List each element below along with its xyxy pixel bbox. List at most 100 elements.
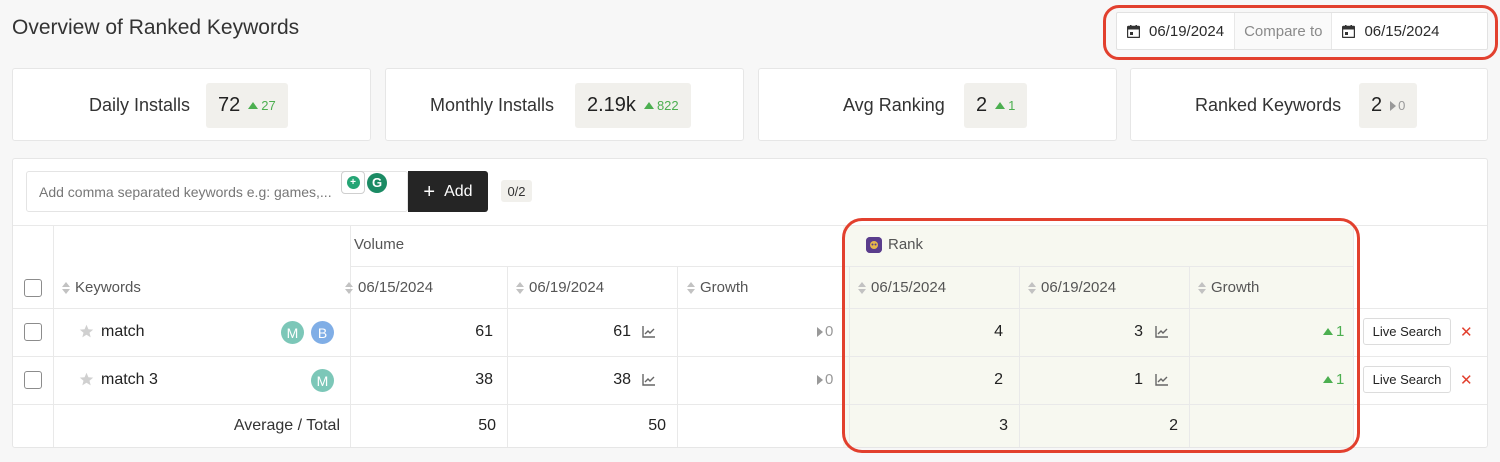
trend-up-icon: [248, 102, 259, 109]
rank-date1-value: 4: [994, 323, 1003, 340]
volume-date1-value: 38: [475, 371, 493, 388]
sort-icon: [62, 281, 70, 294]
rank-date2-value: 1: [1134, 371, 1143, 388]
card-metric: 2.19k 822: [575, 83, 691, 128]
trend-neutral-icon: [817, 374, 823, 385]
trend-up-icon: [995, 102, 1006, 109]
extension-bulb-icon[interactable]: +: [341, 171, 365, 194]
divider: [507, 266, 508, 447]
avatar: M: [311, 369, 334, 392]
sort-icon: [687, 281, 695, 294]
card-daily-installs: Daily Installs 72 27: [12, 68, 371, 141]
trend-chart-icon[interactable]: [1155, 326, 1169, 338]
card-avg-ranking: Avg Ranking 2 1: [758, 68, 1117, 141]
column-header-rank-date1[interactable]: 06/15/2024: [858, 279, 946, 296]
divider: [1189, 266, 1190, 447]
avatar: M: [281, 321, 304, 344]
card-delta: 1: [995, 98, 1015, 113]
trend-up-icon: [1323, 376, 1333, 383]
start-date-field[interactable]: 06/19/2024: [1117, 13, 1234, 49]
trend-up-icon: [1323, 328, 1333, 335]
star-icon[interactable]: [79, 372, 94, 387]
card-value: 2: [976, 94, 988, 116]
avatar: B: [311, 321, 334, 344]
volume-date1-value: 61: [475, 323, 493, 340]
plus-icon: +: [423, 180, 436, 203]
footer-volume-date2: 50: [648, 417, 666, 434]
grammarly-icon[interactable]: G: [367, 172, 387, 193]
select-all-checkbox[interactable]: [24, 279, 42, 297]
compare-date-field[interactable]: 06/15/2024: [1332, 13, 1449, 49]
sort-icon: [858, 281, 866, 294]
rank-growth: 1: [1323, 371, 1344, 388]
card-label: Daily Installs: [89, 95, 191, 115]
compare-date-value: 06/15/2024: [1364, 22, 1440, 40]
delete-icon[interactable]: ✕: [1460, 323, 1473, 341]
sort-icon: [345, 281, 353, 294]
card-label: Ranked Keywords: [1195, 95, 1342, 115]
volume-growth: 0: [817, 371, 833, 388]
volume-date2-value: 38: [613, 371, 631, 388]
keyword-text: match 3: [101, 371, 158, 388]
extension-icons: + G: [341, 171, 387, 194]
column-header-keywords[interactable]: Keywords: [62, 279, 141, 296]
divider: [849, 266, 850, 447]
rank-group-header: Rank: [866, 236, 923, 253]
trend-neutral-icon: [1390, 100, 1397, 111]
volume-group-header: Volume: [354, 236, 405, 253]
card-metric: 72 27: [206, 83, 288, 128]
live-search-button[interactable]: Live Search: [1363, 366, 1451, 393]
divider: [13, 225, 1487, 226]
rank-date1-value: 2: [994, 371, 1003, 388]
row-checkbox[interactable]: [24, 323, 42, 341]
card-delta: 0: [1390, 98, 1405, 113]
trend-chart-icon[interactable]: [642, 326, 656, 338]
compare-to-label: Compare to: [1234, 13, 1333, 49]
keyword-counter: 0/2: [501, 180, 532, 202]
rank-date2-value: 3: [1134, 323, 1143, 340]
start-date-value: 06/19/2024: [1149, 22, 1225, 40]
volume-growth: 0: [817, 323, 833, 340]
row-checkbox[interactable]: [24, 371, 42, 389]
trend-neutral-icon: [817, 326, 823, 337]
calendar-icon: [1342, 24, 1356, 38]
star-icon[interactable]: [79, 324, 94, 339]
divider: [13, 308, 1487, 309]
column-header-volume-date2[interactable]: 06/19/2024: [516, 279, 604, 296]
divider: [677, 266, 678, 447]
rank-growth: 1: [1323, 323, 1344, 340]
average-total-label: Average / Total: [233, 417, 340, 434]
column-header-rank-growth[interactable]: Growth: [1198, 279, 1259, 296]
sort-icon: [516, 281, 524, 294]
footer-rank-date2: 2: [1169, 417, 1178, 434]
card-delta: 822: [643, 98, 679, 113]
divider: [53, 225, 54, 447]
trend-up-icon: [643, 102, 654, 109]
column-header-rank-date2[interactable]: 06/19/2024: [1028, 279, 1116, 296]
card-value: 72: [218, 94, 241, 116]
column-header-volume-date1[interactable]: 06/15/2024: [345, 279, 433, 296]
column-header-volume-growth[interactable]: Growth: [687, 279, 748, 296]
divider: [351, 266, 1353, 267]
keyword-text: match: [101, 323, 145, 340]
trend-chart-icon[interactable]: [1155, 374, 1169, 386]
card-metric: 2 0: [1359, 83, 1418, 128]
card-value: 2.19k: [587, 94, 636, 116]
live-search-button[interactable]: Live Search: [1363, 318, 1451, 345]
card-delta: 27: [248, 98, 276, 113]
divider: [1353, 225, 1354, 447]
trend-chart-icon[interactable]: [642, 374, 656, 386]
card-value: 2: [1371, 94, 1383, 116]
delete-icon[interactable]: ✕: [1460, 371, 1473, 389]
divider: [13, 404, 1487, 405]
volume-date2-value: 61: [613, 323, 631, 340]
divider: [13, 356, 1487, 357]
add-keywords-button[interactable]: + Add: [408, 171, 488, 212]
calendar-icon: [1126, 24, 1141, 38]
card-label: Avg Ranking: [843, 95, 945, 115]
card-monthly-installs: Monthly Installs 2.19k 822: [385, 68, 744, 141]
divider: [1019, 266, 1020, 447]
sort-icon: [1198, 281, 1206, 294]
divider: [350, 225, 351, 447]
card-label: Monthly Installs: [430, 95, 555, 115]
